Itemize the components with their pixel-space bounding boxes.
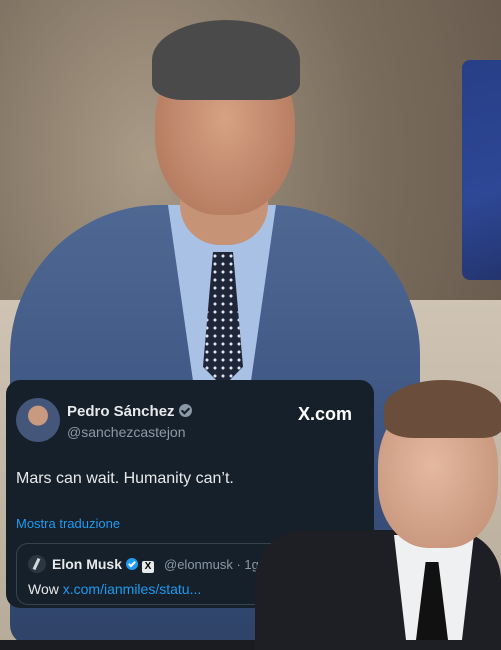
author-name[interactable]: Pedro Sánchez — [67, 403, 192, 420]
tweet-text: Mars can wait. Humanity can’t. — [16, 470, 234, 487]
source-label: X.com — [298, 404, 353, 424]
quoted-avatar[interactable] — [28, 555, 46, 573]
author-avatar[interactable] — [16, 398, 60, 442]
elon-hair — [384, 380, 501, 438]
author-name-text[interactable]: Pedro Sánchez — [67, 403, 175, 420]
pedro-hair — [152, 20, 300, 100]
verified-badge-icon — [126, 558, 139, 570]
quoted-author-name[interactable]: Elon Musk X — [52, 556, 155, 573]
x-affiliation-icon: X — [142, 561, 155, 573]
verified-icon — [178, 404, 192, 417]
eu-flag — [462, 60, 501, 280]
author-handle[interactable]: @sanchezcastejon — [67, 424, 186, 440]
quoted-text: Wow x.com/ianmiles/statu... — [28, 581, 201, 597]
translate-link[interactable]: Mostra traduzione — [16, 516, 120, 531]
quoted-meta: @elonmusk · 1g — [164, 557, 259, 572]
quoted-text-prefix: Wow — [28, 581, 63, 597]
quoted-link[interactable]: x.com/ianmiles/statu... — [63, 581, 202, 597]
quoted-author-name-text[interactable]: Elon Musk — [52, 556, 122, 572]
